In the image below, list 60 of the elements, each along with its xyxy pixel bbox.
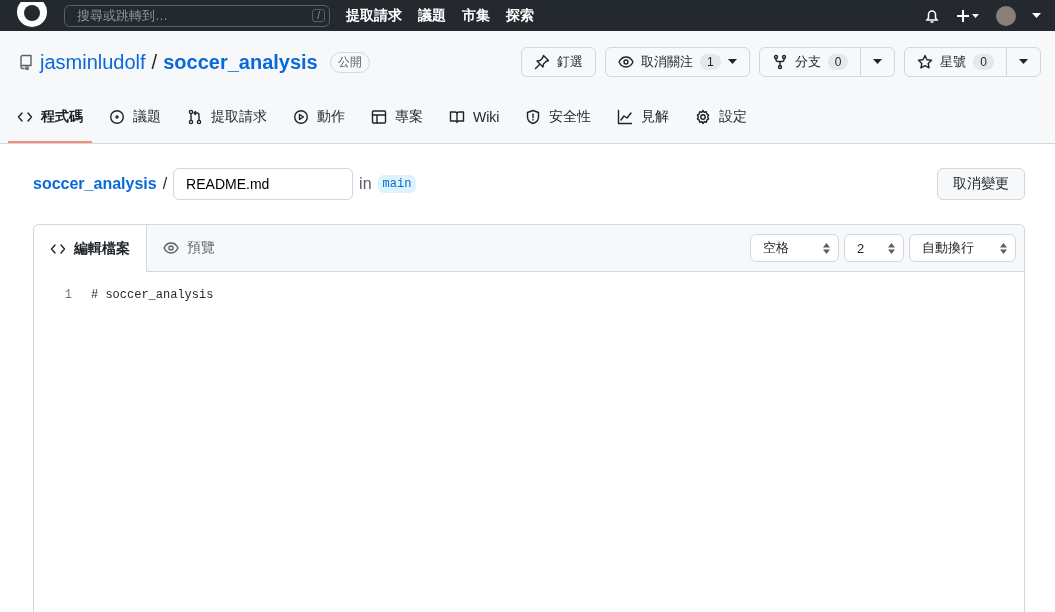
settings-icon — [695, 109, 712, 125]
owner-link[interactable]: jasminludolf — [40, 50, 146, 74]
pin-button[interactable]: 釘選 — [521, 48, 595, 76]
path-separator: / — [151, 50, 158, 74]
repo-tab[interactable]: 見解 — [608, 93, 679, 143]
bell-icon[interactable] — [924, 7, 940, 24]
caret-icon — [873, 59, 883, 65]
repo-name-link[interactable]: soccer_analysis — [163, 50, 318, 74]
select-dropdown[interactable]: 2 — [844, 234, 904, 262]
editor-tab[interactable]: 預覽 — [147, 225, 231, 271]
repo-tab[interactable]: 程式碼 — [8, 93, 92, 143]
pull-request-icon — [187, 109, 203, 125]
repo-tab[interactable]: 設定 — [686, 93, 757, 143]
up-down-caret-icon — [888, 242, 895, 254]
nav-link[interactable]: 議題 — [418, 6, 446, 25]
filename-input[interactable]: README.md — [173, 168, 354, 200]
editor-tab[interactable]: 編輯檔案 — [34, 225, 147, 272]
table-icon — [371, 109, 387, 125]
line-graph-icon — [617, 109, 634, 125]
repo-tab[interactable]: 安全性 — [516, 93, 601, 143]
pin-icon — [533, 54, 550, 70]
star-icon — [917, 54, 934, 70]
eye-icon — [617, 54, 634, 70]
search-field[interactable]: 搜尋或跳轉到… / — [64, 4, 330, 27]
branch-label: main — [377, 175, 417, 193]
avatar[interactable] — [996, 5, 1016, 26]
up-down-caret-icon — [823, 242, 830, 254]
play-icon — [293, 109, 309, 125]
select-dropdown[interactable]: 空格 — [750, 234, 839, 262]
fork-icon — [771, 54, 788, 70]
caret-icon — [1032, 12, 1041, 19]
repo-link[interactable]: soccer_analysis — [33, 175, 157, 193]
shield-icon — [525, 109, 542, 125]
repo-tab[interactable]: 議題 — [100, 93, 170, 143]
plus-icon[interactable] — [956, 7, 980, 24]
line-number: 1 — [63, 288, 73, 302]
repo-tab[interactable]: 提取請求 — [178, 93, 276, 143]
counter: 0 — [827, 54, 849, 70]
in-label: in — [359, 175, 372, 193]
nav-link[interactable]: 市集 — [462, 6, 490, 25]
repo-icon — [18, 54, 34, 70]
repo-tab[interactable]: 專案 — [362, 93, 432, 143]
path-separator: / — [162, 175, 168, 193]
book-icon — [449, 109, 465, 125]
code-line: # soccer_analysis — [91, 288, 214, 302]
repo-tab[interactable]: Wiki — [440, 93, 509, 143]
up-down-caret-icon — [1000, 242, 1007, 254]
counter: 1 — [699, 54, 721, 70]
nav-link[interactable]: 探索 — [506, 6, 534, 25]
cancel-changes-button[interactable]: 取消變更 — [937, 168, 1025, 200]
shortcut-key: / — [312, 9, 325, 22]
repo-action-button[interactable]: 取消關注 1 — [605, 48, 749, 76]
circle-dot-icon — [109, 109, 125, 125]
caret-icon — [727, 59, 737, 65]
repo-tab[interactable]: 動作 — [284, 93, 354, 143]
eye-icon — [163, 240, 179, 256]
caret-icon — [1019, 59, 1028, 65]
select-dropdown[interactable]: 自動換行 — [909, 234, 1016, 262]
nav-link[interactable]: 提取請求 — [346, 6, 402, 25]
counter: 0 — [973, 54, 994, 70]
